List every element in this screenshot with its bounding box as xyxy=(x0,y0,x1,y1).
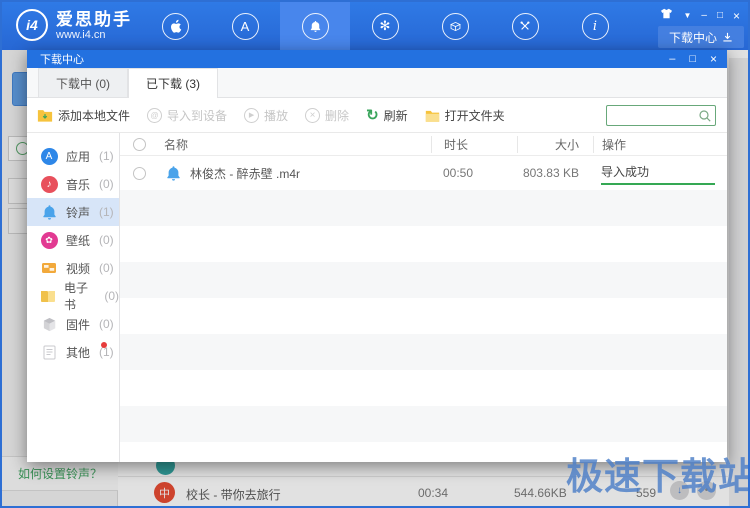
nav-tab-device[interactable] xyxy=(140,2,210,50)
add-local-file-icon xyxy=(37,108,53,122)
download-center-modal: 下载中心 – □ × 下载中 (0) 已下载 (3) 添加本地文件 @ 导入到设… xyxy=(27,50,727,462)
modal-tabs: 下载中 (0) 已下载 (3) xyxy=(27,68,727,98)
flower-icon: ✻ xyxy=(372,13,399,40)
nav-tab-appstore[interactable]: A xyxy=(210,2,280,50)
open-folder-icon xyxy=(425,109,440,122)
nav-tab-ringtone[interactable] xyxy=(280,2,350,50)
modal-titlebar: 下载中心 – □ × xyxy=(27,50,727,68)
select-all-checkbox[interactable] xyxy=(133,138,146,151)
minimize-button[interactable]: – xyxy=(701,10,707,22)
search-box xyxy=(606,105,716,126)
maximize-button[interactable]: □ xyxy=(717,10,723,22)
sidebar-item-apps[interactable]: A 应用 (1) xyxy=(27,142,119,170)
nav-tab-flash[interactable] xyxy=(420,2,490,50)
sidebar-item-ringtones[interactable]: 铃声 (1) xyxy=(27,198,119,226)
refresh-button[interactable]: ↻ 刷新 xyxy=(366,107,408,124)
top-navigation: A ✻ xyxy=(140,2,630,50)
file-duration: 00:50 xyxy=(431,166,517,180)
tab-downloading[interactable]: 下载中 (0) xyxy=(38,68,128,97)
add-local-file-button[interactable]: 添加本地文件 xyxy=(37,107,130,124)
empty-rows-area xyxy=(120,190,727,462)
document-icon xyxy=(40,343,58,361)
bell-icon xyxy=(164,164,182,182)
download-center-label: 下载中心 xyxy=(669,29,717,46)
play-icon: ▶ xyxy=(244,108,259,123)
bell-icon xyxy=(302,13,329,40)
modal-title: 下载中心 xyxy=(40,51,84,67)
video-icon xyxy=(40,259,58,277)
apple-icon xyxy=(162,13,189,40)
download-center-button[interactable]: 下载中心 xyxy=(658,26,744,48)
table-header: 名称 时长 大小 操作 xyxy=(120,133,727,156)
column-name: 名称 xyxy=(158,136,431,153)
bell-icon xyxy=(40,203,58,221)
delete-button[interactable]: × 删除 xyxy=(305,107,349,124)
delete-icon: × xyxy=(305,108,320,123)
downloads-table: 名称 时长 大小 操作 林俊杰 - 醉赤壁 .m4r 00:50 803.83 … xyxy=(120,133,727,462)
table-row[interactable]: 林俊杰 - 醉赤壁 .m4r 00:50 803.83 KB 导入成功 xyxy=(120,156,727,190)
wallpaper-icon: ✿ xyxy=(40,231,58,249)
modal-maximize-button[interactable]: □ xyxy=(689,54,696,65)
column-duration: 时长 xyxy=(431,136,517,153)
app-icon: A xyxy=(40,147,58,165)
music-icon: ♪ xyxy=(40,175,58,193)
sidebar-item-ebooks[interactable]: 电子书 (0) xyxy=(27,282,119,310)
refresh-icon: ↻ xyxy=(366,108,379,123)
search-input[interactable] xyxy=(611,107,695,124)
modal-toolbar: 添加本地文件 @ 导入到设备 ▶ 播放 × 删除 ↻ 刷新 打开文件夹 xyxy=(27,98,727,133)
modal-close-button[interactable]: × xyxy=(710,54,717,65)
app-logo: i4 爱思助手 www.i4.cn xyxy=(16,9,132,41)
firmware-cube-icon xyxy=(40,315,58,333)
tab-downloaded[interactable]: 已下载 (3) xyxy=(128,68,218,98)
import-to-device-button[interactable]: @ 导入到设备 xyxy=(147,107,227,124)
sidebar-item-videos[interactable]: 视频 (0) xyxy=(27,254,119,282)
search-icon xyxy=(698,109,712,123)
file-name: 林俊杰 - 醉赤壁 .m4r xyxy=(190,165,300,182)
download-tray-icon xyxy=(722,32,733,43)
column-size: 大小 xyxy=(517,136,593,153)
nav-tab-info[interactable]: i xyxy=(560,2,630,50)
sidebar-item-music[interactable]: ♪ 音乐 (0) xyxy=(27,170,119,198)
nav-tab-utilities[interactable]: ✻ xyxy=(350,2,420,50)
info-icon: i xyxy=(582,13,609,40)
ebook-icon xyxy=(40,287,56,305)
menu-dropdown-icon[interactable]: ▼ xyxy=(683,10,691,22)
play-button[interactable]: ▶ 播放 xyxy=(244,107,288,124)
sidebar-item-wallpapers[interactable]: ✿ 壁纸 (0) xyxy=(27,226,119,254)
i4-logo-icon: i4 xyxy=(16,9,48,41)
close-button[interactable]: × xyxy=(733,10,740,22)
file-size: 803.83 KB xyxy=(517,166,593,180)
app-window: i4 爱思助手 www.i4.cn A xyxy=(0,0,750,508)
nav-tab-toolbox[interactable] xyxy=(490,2,560,50)
sidebar-item-firmware[interactable]: 固件 (0) xyxy=(27,310,119,338)
window-controls: ▼ – □ × xyxy=(660,8,740,23)
modal-window-controls: – □ × xyxy=(669,54,717,65)
app-name: 爱思助手 xyxy=(56,10,132,29)
sidebar-item-other[interactable]: 其他 (1) xyxy=(27,338,119,366)
row-checkbox[interactable] xyxy=(133,167,146,180)
progress-bar xyxy=(601,183,715,185)
import-status: 导入成功 xyxy=(601,163,727,180)
crossed-tools-icon xyxy=(512,13,539,40)
modal-minimize-button[interactable]: – xyxy=(669,54,675,65)
notification-dot xyxy=(101,342,107,348)
modal-body: A 应用 (1) ♪ 音乐 (0) 铃声 (1) xyxy=(27,133,727,462)
column-action: 操作 xyxy=(593,136,727,153)
main-header: i4 爱思助手 www.i4.cn A xyxy=(2,2,748,50)
app-url: www.i4.cn xyxy=(56,29,132,41)
import-to-device-icon: @ xyxy=(147,108,162,123)
open-folder-button[interactable]: 打开文件夹 xyxy=(425,107,505,124)
category-sidebar: A 应用 (1) ♪ 音乐 (0) 铃声 (1) xyxy=(27,133,120,462)
box-icon xyxy=(442,13,469,40)
appstore-icon: A xyxy=(232,13,259,40)
skin-icon[interactable] xyxy=(660,8,673,23)
